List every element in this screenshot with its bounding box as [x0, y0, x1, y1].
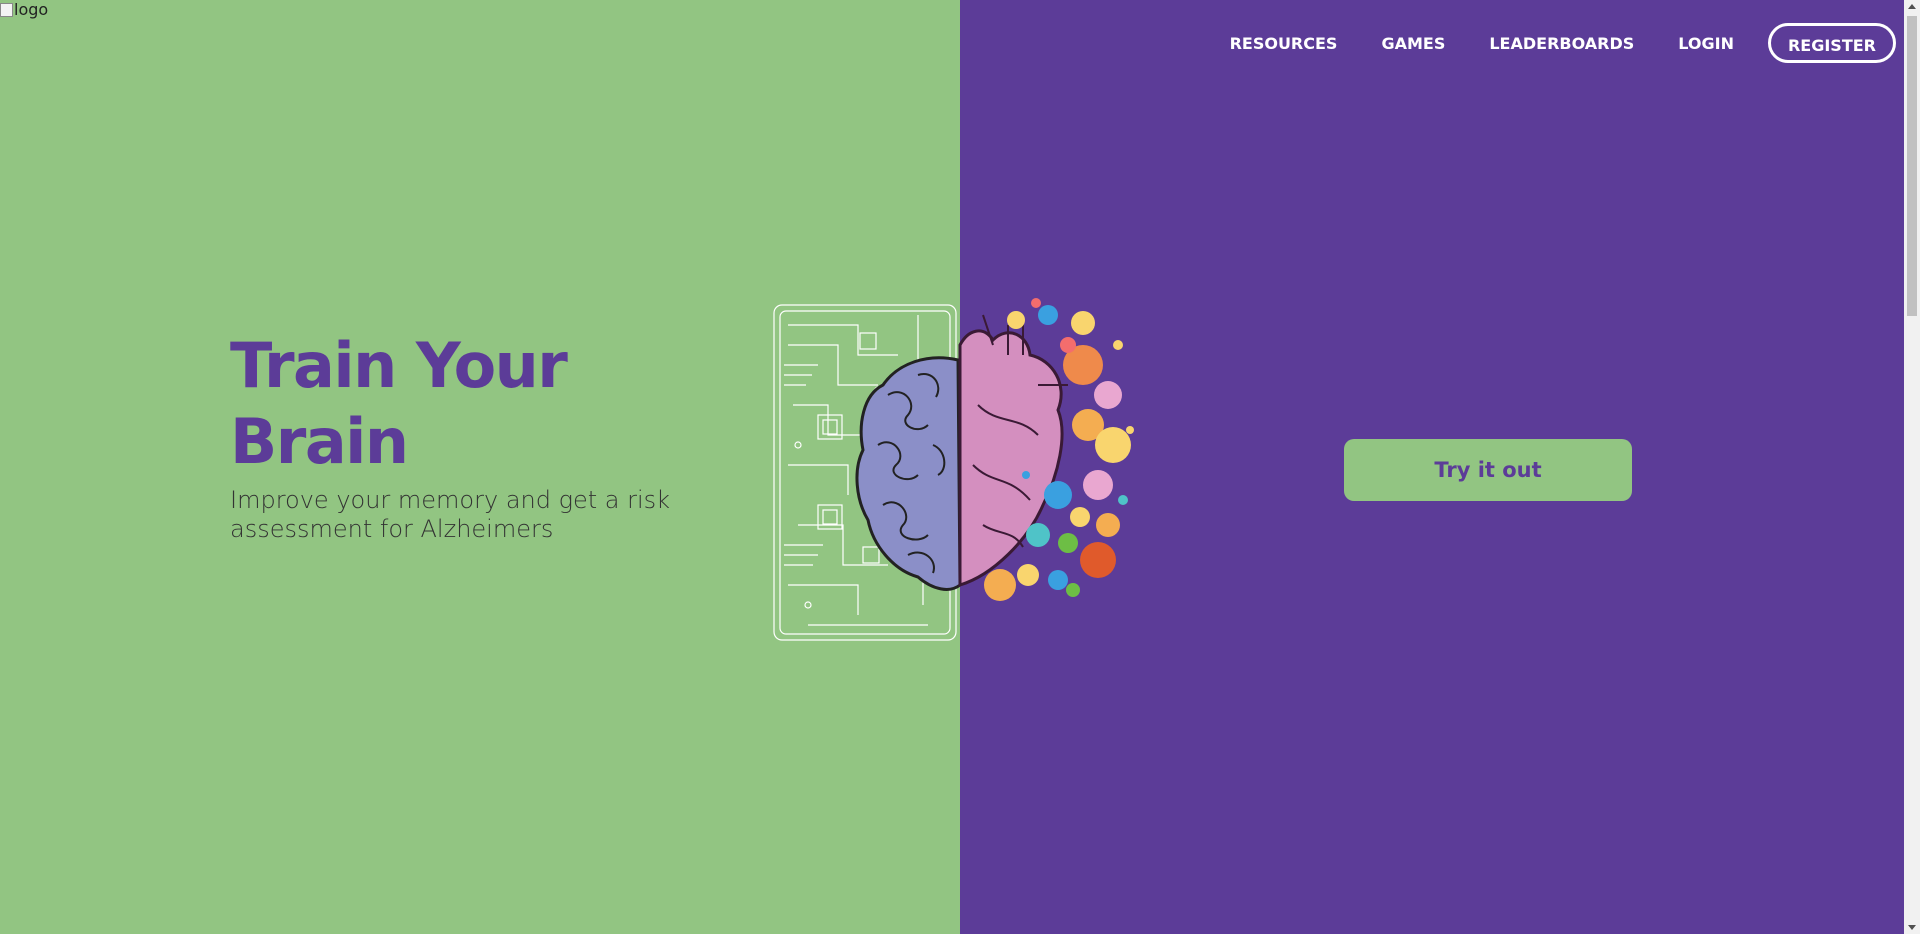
logo-alt-text: logo — [14, 0, 49, 19]
broken-image-icon — [0, 2, 13, 17]
scroll-thumb[interactable] — [1907, 16, 1917, 316]
main-nav: RESOURCES GAMES LEADERBOARDS LOGIN REGIS… — [1230, 23, 1896, 63]
logo[interactable]: logo — [0, 0, 48, 19]
nav-leaderboards[interactable]: LEADERBOARDS — [1489, 34, 1634, 53]
try-it-out-button[interactable]: Try it out — [1344, 439, 1632, 501]
scroll-down-icon[interactable] — [1908, 925, 1916, 930]
scroll-up-icon[interactable] — [1908, 4, 1916, 9]
nav-resources[interactable]: RESOURCES — [1230, 34, 1338, 53]
hero-subtitle: Improve your memory and get a risk asses… — [230, 486, 671, 543]
nav-games[interactable]: GAMES — [1381, 34, 1445, 53]
page: logo RESOURCES GAMES LEADERBOARDS LOGIN … — [0, 0, 1920, 934]
brain-heart-illustration — [773, 298, 1134, 641]
hero: Train Your Brain Improve your memory and… — [230, 328, 750, 544]
vertical-scrollbar[interactable] — [1904, 0, 1920, 934]
hero-title: Train Your Brain — [230, 329, 568, 478]
heart-icon — [958, 329, 1064, 588]
register-button[interactable]: REGISTER — [1767, 23, 1896, 63]
nav-login[interactable]: LOGIN — [1678, 34, 1734, 53]
